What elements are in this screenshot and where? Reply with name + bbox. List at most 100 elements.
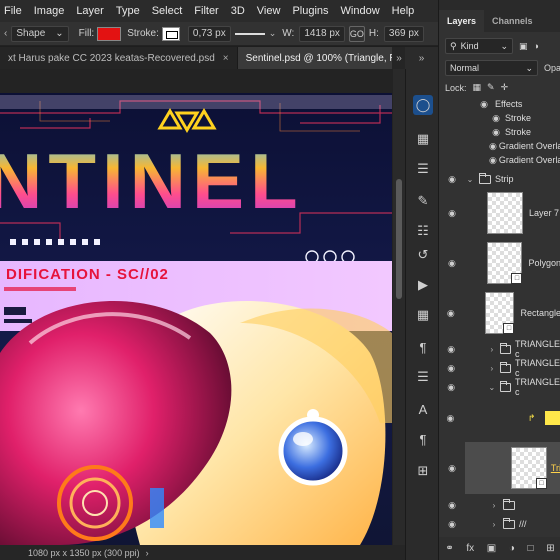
layer-row[interactable]: ◉ ⌄ TRIANGLE c [439,377,560,397]
layer-name: Strip [495,174,514,184]
chevron-right-icon[interactable]: › [487,345,496,354]
type-tool-icon[interactable]: A [413,399,433,419]
stroke-width-input[interactable]: 0,73 px [187,25,231,42]
paragraph-icon[interactable]: ¶ [413,429,433,449]
align-icon[interactable]: ☰ [413,367,433,387]
eye-icon[interactable]: ◉ [489,141,497,152]
chevron-right-icon[interactable]: › [489,501,499,510]
eye-icon[interactable]: ◉ [477,99,491,110]
vertical-scrollbar[interactable] [393,69,405,545]
menu-image[interactable]: Image [28,5,71,17]
play-icon[interactable]: ▶ [413,275,433,295]
eye-icon[interactable]: ◉ [445,363,457,374]
menu-plugins[interactable]: Plugins [286,5,334,17]
lock-position-icon[interactable]: ✛ [501,82,509,93]
effect-row[interactable]: ◉ Stroke [439,125,560,139]
width-input[interactable]: 1418 px [299,25,345,42]
toolbar-collapse-icon[interactable]: » [405,47,438,69]
eye-icon[interactable]: ◉ [445,519,459,530]
menu-help[interactable]: Help [386,5,421,17]
folder-icon [500,380,512,392]
layer-row[interactable]: ◉ □ Rectangle [439,290,560,336]
stroke-color-swatch[interactable] [161,26,180,41]
image-filter-icon[interactable]: ▣ [519,41,528,52]
brush-tool-icon[interactable]: ✎ [413,191,433,211]
fill-color-swatch[interactable] [97,26,122,41]
tab-layers[interactable]: Layers [439,10,485,32]
layer-row[interactable]: ◉ › TRIANGLE c [439,339,560,359]
eye-icon[interactable]: ◉ [445,208,459,219]
adjust-icon[interactable]: ☰ [413,159,433,179]
chevron-down-icon[interactable]: ⌄ [487,383,496,392]
layer-row[interactable]: ◉ › /// [439,516,560,532]
ellipse-tool-icon[interactable]: ◯ [413,95,433,115]
menu-layer[interactable]: Layer [70,5,110,17]
eye-icon[interactable]: ◉ [489,127,503,138]
eye-icon[interactable]: ◉ [489,155,497,166]
selected-layer-eye[interactable]: ◉ [439,460,560,476]
close-icon[interactable]: × [223,53,229,64]
menu-select[interactable]: Select [146,5,189,17]
stroke-type-dropdown[interactable] [235,27,269,41]
crop-icon[interactable]: ⊞ [413,461,433,481]
menu-filter[interactable]: Filter [188,5,224,17]
effects-row[interactable]: ◉ Effects [439,98,560,110]
adjust-filter-icon[interactable]: ◑ [534,41,539,51]
layer-row[interactable]: ◉ □ Polygon [439,240,560,286]
eye-icon[interactable]: ◉ [445,174,459,185]
height-input[interactable]: 369 px [383,25,424,42]
canvas-area[interactable]: NTINEL DIFICATION - SC//02 [0,69,405,545]
cube-icon[interactable]: ▦ [413,305,433,325]
fx-icon[interactable]: fx [466,543,474,554]
chevron-down-icon[interactable]: ⌄ [465,175,475,184]
chevron-right-icon[interactable]: › [487,364,496,373]
adjustment-layer-icon[interactable]: ◑ [509,543,515,554]
eye-icon[interactable]: ◉ [445,344,457,355]
effect-row[interactable]: ◉ Gradient Overlay [439,139,560,153]
add-mask-icon[interactable]: ▣ [487,543,496,554]
paragraph-icon[interactable]: ¶ [413,337,433,357]
effect-row[interactable]: ◉ Gradient Overlay [439,153,560,167]
menu-view[interactable]: View [251,5,287,17]
eye-icon[interactable]: ◉ [445,258,459,269]
blend-mode-dropdown[interactable]: Normal ⌄ [445,60,538,76]
status-arrow-icon[interactable]: › [146,548,149,558]
eye-icon[interactable]: ◉ [445,308,457,319]
menu-type[interactable]: Type [110,5,146,17]
layer-row[interactable]: ◉ ↱ [439,398,560,438]
effect-label: Gradient Overlay [498,141,560,151]
menu-file[interactable]: File [0,5,28,17]
chevron-right-icon[interactable]: › [489,520,499,529]
history-icon[interactable]: ↺ [413,245,433,265]
link-layers-icon[interactable]: ⚭ [445,543,453,554]
more-tabs-icon[interactable]: » [392,47,406,69]
layer-row[interactable]: ◉ ⌄ Strip [439,170,560,188]
lock-image-icon[interactable]: ✎ [487,82,495,93]
layer-row[interactable]: ◉ › [439,497,560,513]
layer-row[interactable]: ◉ › TRIANGLE c [439,358,560,378]
menu-window[interactable]: Window [335,5,386,17]
menu-3d[interactable]: 3D [225,5,251,17]
link-dimensions-button[interactable]: GO [348,25,365,42]
tab-recovered-document[interactable]: xt Harus pake CC 2023 keatas-Recovered.p… [0,47,238,69]
sliders-icon[interactable]: ☷ [413,221,433,241]
eye-icon[interactable]: ◉ [445,463,459,474]
effect-row[interactable]: ◉ Stroke [439,111,560,125]
scrollbar-thumb[interactable] [396,179,402,299]
grid-icon[interactable]: ▦ [413,129,433,149]
tab-channels[interactable]: Channels [484,10,541,32]
lock-transparent-icon[interactable]: ▦ [473,82,482,93]
layers-panel-footer: ⚭ fx ▣ ◑ □ ⊞ [439,537,560,560]
new-group-icon[interactable]: □ [528,543,534,554]
eye-icon[interactable]: ◉ [445,500,459,511]
folder-icon [500,342,512,354]
eye-icon[interactable]: ◉ [445,413,456,424]
tool-mode-dropdown[interactable]: Shape ⌄ [11,25,69,42]
layer-row[interactable]: ◉ Layer 7 [439,190,560,236]
arrow-icon[interactable]: ‹ [4,28,7,39]
eye-icon[interactable]: ◉ [445,382,457,393]
eye-icon[interactable]: ◉ [489,113,503,124]
artwork-canvas[interactable]: NTINEL DIFICATION - SC//02 [0,93,392,545]
kind-filter-dropdown[interactable]: ⚲ Kind ⌄ [445,38,513,54]
new-layer-icon[interactable]: ⊞ [546,543,554,554]
